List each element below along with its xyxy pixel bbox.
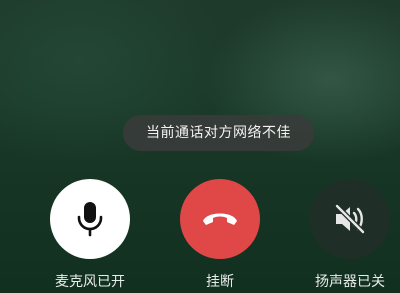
phone-hangup-icon [203, 213, 237, 225]
speaker-toggle-button[interactable] [310, 179, 390, 259]
call-screen: 当前通话对方网络不佳 麦克风已开 挂断 扬声器已关 [0, 0, 400, 293]
hang-up-button[interactable] [180, 179, 260, 259]
speaker-status-label: 扬声器已关 [315, 274, 385, 290]
microphone-icon [77, 202, 103, 237]
microphone-status-label: 麦克风已开 [55, 274, 125, 290]
microphone-toggle-button[interactable] [50, 179, 130, 259]
speaker-muted-icon [335, 204, 365, 234]
hang-up-label: 挂断 [206, 274, 234, 290]
network-warning-toast: 当前通话对方网络不佳 [123, 115, 314, 151]
